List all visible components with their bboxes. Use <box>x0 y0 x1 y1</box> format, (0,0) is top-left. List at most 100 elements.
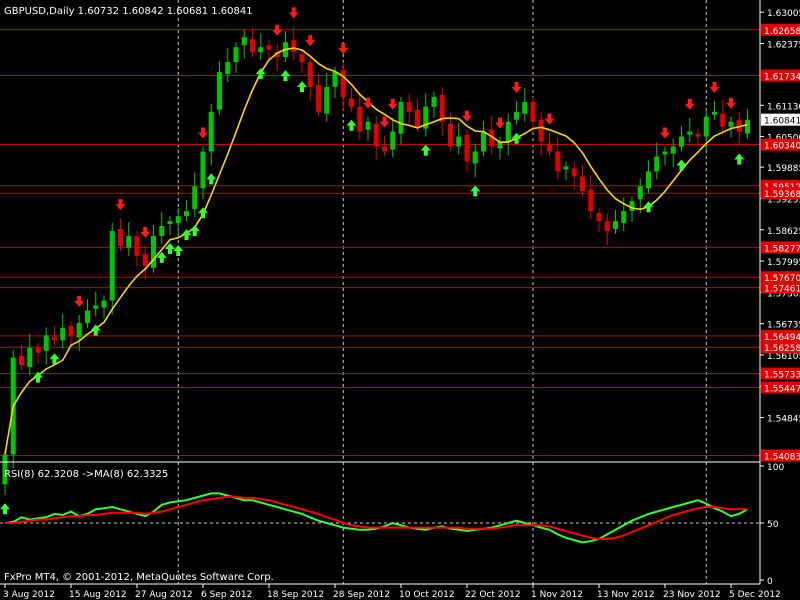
bull-candle <box>456 136 462 147</box>
bull-candle <box>184 211 189 217</box>
bear-candle <box>307 62 313 87</box>
bull-candle <box>241 37 247 46</box>
rsi-line <box>4 492 748 544</box>
price-tick-label: 1.56735 <box>767 321 800 331</box>
bear-candle <box>291 40 297 53</box>
bear-candle <box>52 337 57 341</box>
chart-header: GBPUSD,Daily 1.60732 1.60842 1.60681 1.6… <box>4 6 253 17</box>
date-tick-label: 22 Oct 2012 <box>465 590 521 600</box>
bull-candle <box>151 235 156 268</box>
down-arrow-icon <box>726 97 736 109</box>
bull-candle <box>654 156 660 172</box>
date-axis: 3 Aug 2012 15 Aug 2012 27 Aug 2012 6 Sep 20… <box>3 584 781 600</box>
down-arrow-icon <box>272 24 283 36</box>
bull-candle <box>217 72 222 110</box>
level-label-text: 1.59368 <box>764 190 800 200</box>
bear-candle <box>118 229 123 246</box>
price-tick-label: 1.62375 <box>767 40 800 50</box>
up-arrow-icon <box>280 70 291 82</box>
price-tick-label: 1.58625 <box>767 227 800 237</box>
bull-candle <box>76 322 82 338</box>
bull-candle <box>101 300 107 308</box>
level-label-text: 1.62658 <box>764 27 800 37</box>
up-arrow-icon <box>420 144 431 156</box>
bear-candle <box>316 84 321 112</box>
bull-candle <box>522 101 528 114</box>
bear-candle <box>340 70 346 97</box>
bull-candle <box>159 226 165 236</box>
level-label-text: 1.58277 <box>764 244 800 254</box>
date-tick-label: 15 Aug 2012 <box>69 590 127 600</box>
bull-candle <box>505 121 511 142</box>
bear-candle <box>250 39 255 53</box>
bear-candle <box>571 168 577 177</box>
price-tick-label: 1.59885 <box>767 164 800 174</box>
down-arrow-icon <box>140 226 151 238</box>
bull-candle <box>332 72 338 87</box>
bull-candle <box>481 131 486 152</box>
up-arrow-icon <box>734 153 745 165</box>
bull-candle <box>646 171 651 189</box>
date-tick-label: 1 Nov 2012 <box>531 590 583 600</box>
bull-candle <box>398 101 404 134</box>
down-arrow-icon <box>511 81 522 93</box>
bull-candle <box>85 310 90 323</box>
level-label-text: 1.54083 <box>764 453 800 463</box>
date-tick-label: 27 Aug 2012 <box>135 590 193 600</box>
level-label-text: 1.61734 <box>764 73 800 83</box>
up-arrow-icon <box>297 81 307 93</box>
bear-candle <box>695 133 701 137</box>
up-arrow-icon <box>198 207 208 219</box>
up-arrow-icon <box>206 173 217 185</box>
bull-candle <box>728 121 734 127</box>
bull-candle <box>126 235 132 248</box>
bull-candle <box>629 201 635 212</box>
bear-candle <box>134 235 140 256</box>
bull-candle <box>324 86 330 114</box>
bear-candle <box>35 347 41 353</box>
bear-candle <box>349 98 354 107</box>
date-tick-label: 10 Oct 2012 <box>399 590 455 600</box>
bear-candle <box>604 221 610 231</box>
bear-candle <box>580 176 585 192</box>
down-arrow-icon <box>305 35 316 47</box>
up-arrow-icon <box>470 185 481 197</box>
down-arrow-icon <box>198 127 208 139</box>
bear-candle <box>68 325 74 336</box>
bear-candle <box>406 101 412 112</box>
bear-candle <box>448 123 453 147</box>
down-arrow-icon <box>495 117 505 129</box>
bull-candle <box>472 151 478 164</box>
date-tick-label: 23 Nov 2012 <box>663 590 721 600</box>
bull-candle <box>613 221 618 230</box>
bull-candle <box>514 111 519 120</box>
up-arrow-icon <box>346 119 357 131</box>
bull-candle <box>60 327 66 341</box>
bull-candle <box>563 166 569 170</box>
bull-candle <box>208 111 214 152</box>
down-arrow-icon <box>115 199 126 211</box>
bear-candle <box>555 151 561 172</box>
up-arrow-icon <box>255 68 266 80</box>
bull-candle <box>225 62 231 75</box>
bear-candle <box>357 106 363 132</box>
bull-candle <box>670 146 676 154</box>
date-tick-label: 3 Aug 2012 <box>3 590 55 600</box>
level-label-text: 1.55733 <box>764 371 800 381</box>
price-tick-label: 1.63005 <box>767 9 800 19</box>
bull-candle <box>175 216 181 224</box>
bull-candle <box>703 116 709 137</box>
bull-candle <box>679 136 684 147</box>
bull-candle <box>192 186 198 210</box>
level-label-text: 1.60340 <box>764 142 800 152</box>
rsi-tick-label: 0 <box>767 577 773 587</box>
bear-candle <box>538 119 544 142</box>
down-arrow-icon <box>387 98 398 110</box>
down-arrow-icon <box>544 113 555 125</box>
candlesticks <box>2 26 750 496</box>
trading-chart[interactable]: 1.630051.623751.611301.605001.598851.592… <box>0 0 800 600</box>
level-labels: 1.626581.617341.603401.595121.593681.582… <box>761 23 800 463</box>
down-arrow-icon <box>462 110 472 122</box>
rsi-tick-label: 50 <box>767 520 779 530</box>
rsi-tick-label: 100 <box>767 463 784 473</box>
